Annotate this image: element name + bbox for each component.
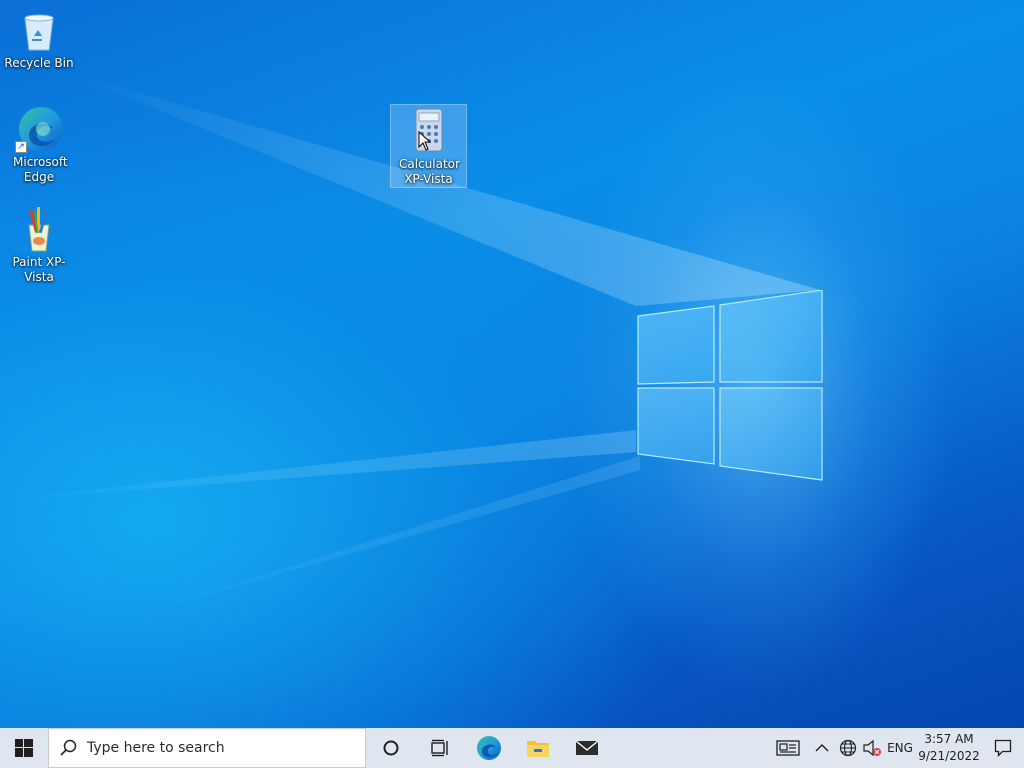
desktop-icon-recycle-bin[interactable]: Recycle Bin [1,6,77,71]
search-icon [60,739,77,756]
windows-start-icon [15,739,33,757]
start-button[interactable] [0,728,48,768]
news-widget-button[interactable] [768,728,808,768]
desktop-icon-label: Microsoft Edge [13,155,68,184]
desktop-icon-label: Recycle Bin [4,56,74,70]
network-button[interactable] [836,728,860,768]
taskbar-search-box[interactable]: Type here to search [48,728,366,768]
windows-wallpaper-logo [637,290,823,481]
desktop-icon-microsoft-edge[interactable]: ↗ Microsoft Edge [1,105,77,185]
globe-network-icon [839,739,857,757]
search-placeholder: Type here to search [87,740,225,756]
folder-icon [526,741,549,757]
cortana-button[interactable] [366,728,415,768]
wallpaper-light-rays [0,70,820,620]
clock-time: 3:57 AM [924,732,974,746]
volume-muted-icon [863,739,881,757]
desktop-icon-calculator[interactable]: Calculator XP-Vista [390,104,467,188]
taskbar-mail-button[interactable] [562,728,611,768]
recycle-bin-icon [15,6,63,54]
taskbar-edge-button[interactable] [464,728,513,768]
desktop-icon-label: Calculator XP-Vista [399,157,460,186]
cortana-circle-icon [383,740,398,756]
desktop[interactable]: Recycle Bin ↗ Microsoft Edge Paint XP-Vi… [0,0,1024,728]
system-tray: ENG 3:57 AM 9/21/2022 [768,728,1024,768]
calculator-icon [405,107,453,155]
desktop-icon-label: Paint XP-Vista [12,255,66,284]
task-view-icon [430,739,448,757]
paint-icon [15,205,63,253]
edge-icon [476,736,501,760]
taskbar-file-explorer-button[interactable] [513,728,562,768]
show-hidden-icons-button[interactable] [808,728,836,768]
notification-icon [994,739,1012,757]
action-center-button[interactable] [982,728,1024,768]
volume-button[interactable] [860,728,884,768]
edge-icon: ↗ [15,105,63,153]
mail-icon [575,740,598,755]
taskbar: Type here to search ENG 3:57 AM 9/21/202… [0,728,1024,768]
chevron-up-icon [815,744,829,752]
task-view-button[interactable] [415,728,464,768]
desktop-icon-paint[interactable]: Paint XP-Vista [0,205,78,285]
language-indicator[interactable]: ENG [884,728,916,768]
news-widget-icon [776,740,800,756]
mouse-pointer-icon [418,131,431,151]
clock-date: 9/21/2022 [918,749,980,763]
shortcut-arrow-icon: ↗ [15,141,27,153]
clock[interactable]: 3:57 AM 9/21/2022 [916,728,982,768]
